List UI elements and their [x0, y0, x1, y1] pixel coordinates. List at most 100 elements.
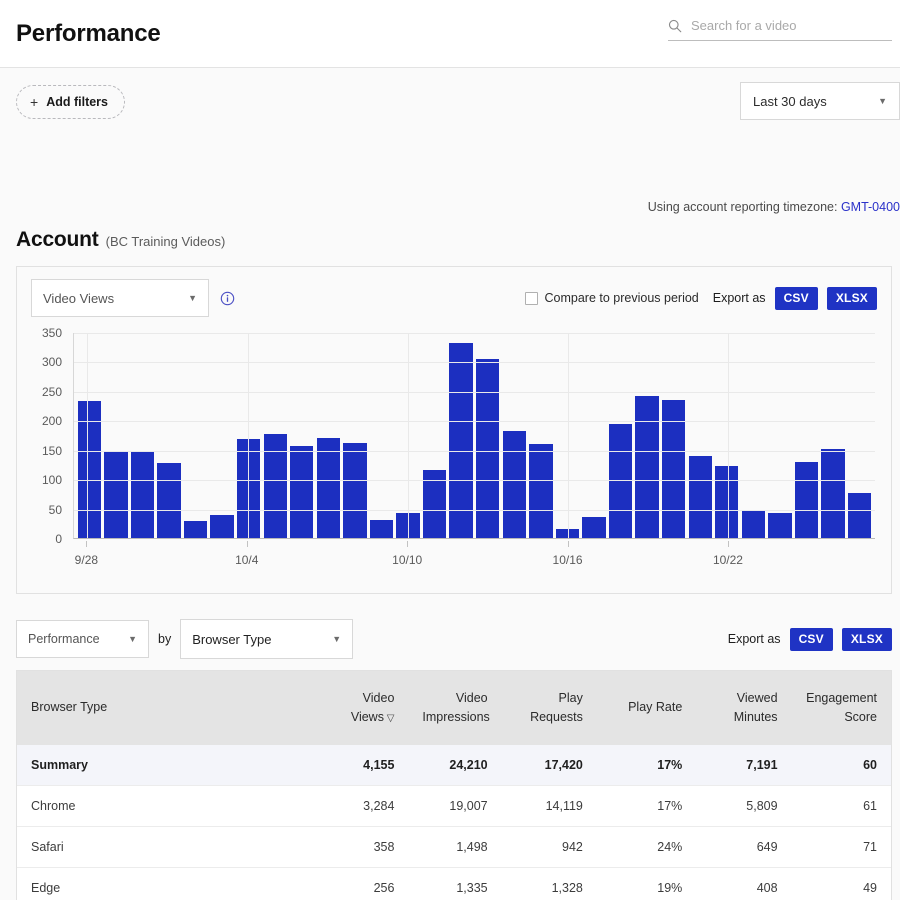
dimension-value: Browser Type — [192, 631, 272, 647]
table-column-header[interactable]: Video Impressions — [408, 671, 502, 745]
table-cell-value: 17% — [596, 745, 697, 786]
chart-bar[interactable] — [582, 517, 606, 538]
dimension-select[interactable]: Browser Type ▼ — [180, 619, 354, 659]
gridline — [74, 362, 875, 364]
metric-select[interactable]: Video Views ▼ — [31, 279, 209, 317]
table-export-label: Export as — [727, 632, 781, 646]
gridline — [74, 421, 875, 423]
chart-export-xlsx-button[interactable]: XLSX — [826, 286, 877, 310]
chart-bar[interactable] — [502, 430, 526, 538]
date-range-select[interactable]: Last 30 days ▼ — [740, 82, 900, 120]
compare-previous-period-checkbox[interactable]: Compare to previous period — [524, 291, 699, 305]
chart-bar[interactable] — [794, 462, 819, 538]
chart-bar[interactable] — [236, 438, 261, 538]
table-cell-value: 1,335 — [408, 867, 502, 900]
timezone-note: Using account reporting timezone: GMT-04… — [648, 200, 900, 214]
table-cell-value: 17% — [596, 785, 697, 827]
table: Browser Type Video Views ▽ Video Impressio… — [17, 671, 891, 900]
chart-bar[interactable] — [263, 433, 287, 538]
compare-label: Compare to previous period — [544, 291, 699, 305]
table-column-header[interactable]: Viewed Minutes — [696, 671, 792, 745]
page-content: + Add filters Last 30 days ▼ Using accou… — [0, 68, 900, 900]
checkbox-box — [524, 291, 538, 305]
bar-chart: 0 50 100 150 200 250 300 350 9/28 10/4 10/10 10/16… — [31, 326, 877, 577]
gridline — [74, 333, 875, 334]
chevron-down-icon: ▼ — [128, 634, 137, 644]
chart-bar[interactable] — [688, 456, 712, 538]
gridline — [87, 333, 89, 538]
search-input[interactable] — [691, 18, 892, 33]
y-axis-tick-label: 300 — [41, 355, 62, 370]
chart-bar[interactable] — [104, 450, 128, 538]
table-column-header[interactable]: Video Views ▽ — [313, 671, 409, 745]
gridline — [74, 450, 875, 452]
table-cell-value: 256 — [313, 867, 409, 900]
chevron-down-icon: ▼ — [332, 634, 342, 644]
chart-bar[interactable] — [715, 466, 739, 538]
date-range-value: Last 30 days — [753, 93, 827, 109]
chart-bar[interactable] — [529, 444, 553, 538]
add-filters-label: Add filters — [46, 95, 108, 109]
chart-bar[interactable] — [768, 513, 792, 538]
chart-bar[interactable] — [476, 359, 500, 538]
chart-bar[interactable] — [316, 437, 341, 538]
chart-bar[interactable] — [290, 446, 314, 538]
gridline — [74, 391, 875, 393]
table-cell-value: 24% — [596, 826, 697, 868]
table-cell-value: 942 — [501, 826, 597, 868]
gridline — [567, 333, 569, 538]
chevron-down-icon: ▼ — [188, 293, 197, 303]
y-axis-tick-label: 0 — [55, 532, 62, 546]
chart-export-csv-button[interactable]: CSV — [774, 286, 818, 310]
table-export-csv-button[interactable]: CSV — [789, 627, 833, 651]
performance-table: Browser Type Video Views ▽ Video Impressio… — [16, 670, 892, 900]
table-export-xlsx-button[interactable]: XLSX — [841, 627, 892, 651]
chart-bars — [74, 333, 875, 538]
table-cell-value: 4,155 — [313, 745, 409, 786]
account-subtitle: (BC Training Videos) — [105, 234, 226, 249]
chart-bar[interactable] — [369, 520, 394, 538]
table-cell-value: 408 — [696, 867, 792, 900]
chart-bar[interactable] — [847, 493, 872, 538]
chart-bar[interactable] — [343, 443, 367, 538]
table-column-header[interactable]: Engagement Score — [791, 671, 891, 745]
page-title: Performance — [16, 19, 161, 47]
table-cell-value: 5,809 — [696, 785, 792, 827]
x-axis-tick-mark — [407, 541, 409, 547]
timezone-link[interactable]: GMT-0400 — [841, 200, 900, 214]
x-axis-tick-mark — [86, 541, 88, 547]
table-header-row: Browser Type Video Views ▽ Video Impressio… — [17, 671, 891, 745]
table-cell-value: 1,328 — [501, 867, 597, 900]
report-type-value: Performance — [28, 632, 100, 646]
chart-x-axis: 9/28 10/4 10/10 10/16 10/22 — [73, 541, 875, 571]
table-row-summary[interactable]: Summary 4,155 24,210 17,420 17% 7,191 60 — [17, 745, 891, 786]
table-column-header[interactable]: Browser Type — [17, 671, 314, 745]
table-cell-value: 3,284 — [313, 785, 409, 827]
table-column-header[interactable]: Play Rate — [596, 671, 697, 745]
table-row[interactable]: Safari 358 1,498 942 24% 649 71 — [17, 826, 891, 868]
chart-bar[interactable] — [821, 449, 845, 538]
table-column-header[interactable]: Play Requests — [501, 671, 597, 745]
search-box[interactable] — [668, 18, 892, 41]
table-head: Browser Type Video Views ▽ Video Impressio… — [17, 671, 891, 745]
add-filters-button[interactable]: + Add filters — [16, 85, 125, 119]
x-axis-tick-mark — [567, 541, 569, 547]
chart-bar[interactable] — [183, 520, 208, 538]
table-row[interactable]: Chrome 3,284 19,007 14,119 17% 5,809 61 — [17, 785, 891, 827]
report-type-select[interactable]: Performance ▼ — [16, 620, 149, 658]
table-cell-label: Safari — [17, 826, 314, 868]
chart-bar[interactable] — [130, 452, 155, 538]
table-cell-label: Summary — [17, 745, 314, 786]
table-cell-value: 60 — [791, 745, 891, 786]
table-cell-value: 1,498 — [408, 826, 502, 868]
chart-bar[interactable] — [210, 515, 234, 538]
timezone-note-text: Using account reporting timezone: — [647, 200, 841, 214]
table-cell-value: 71 — [791, 826, 891, 868]
chart-bar[interactable] — [741, 510, 766, 538]
chart-bar[interactable] — [635, 396, 659, 538]
table-cell-label: Chrome — [17, 785, 314, 827]
info-icon[interactable] — [220, 291, 235, 306]
table-row[interactable]: Edge 256 1,335 1,328 19% 408 49 — [17, 867, 891, 900]
chart-bar[interactable] — [157, 462, 181, 538]
chart-y-axis: 0 50 100 150 200 250 300 350 — [31, 326, 67, 546]
